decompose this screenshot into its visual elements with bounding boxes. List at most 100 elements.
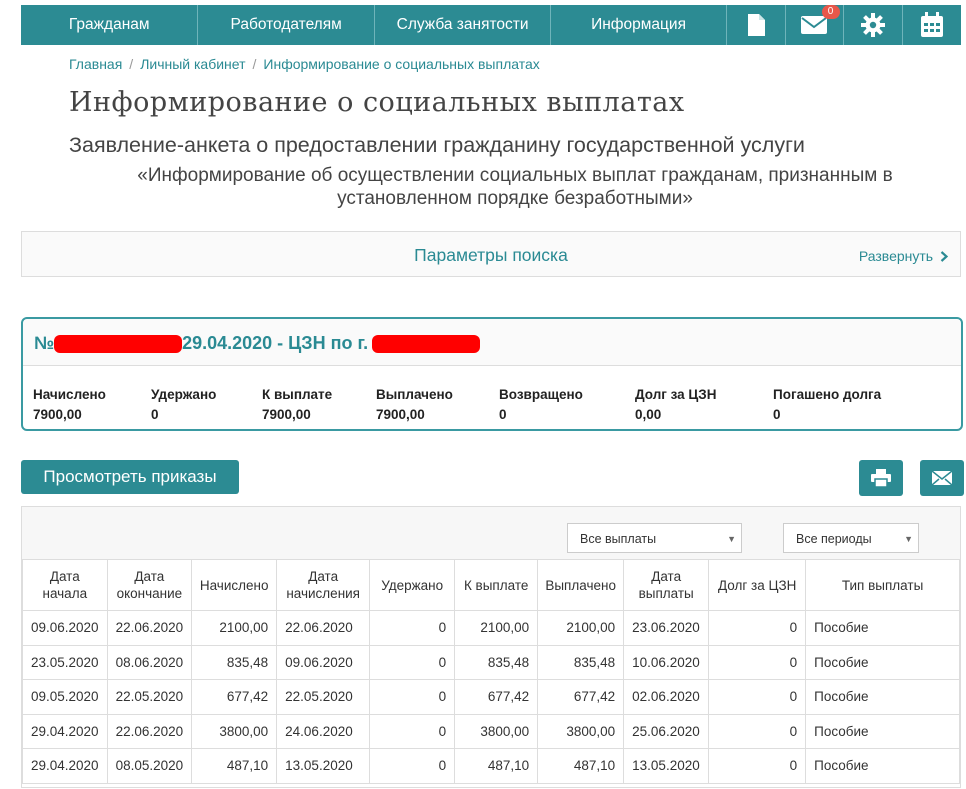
- col-to-pay[interactable]: К выплате: [454, 559, 539, 611]
- breadcrumb-current[interactable]: Информирование о социальных выплатах: [263, 56, 539, 72]
- cell-withheld: 0: [369, 748, 456, 784]
- service-name: «Информирование об осуществлении социаль…: [137, 165, 893, 209]
- envelope-icon: [932, 471, 952, 485]
- payment-summary-card: № 29.04.2020 - ЦЗН по г. Начислено 7900,00…: [21, 317, 963, 431]
- cell-start-date: 29.04.2020: [22, 713, 108, 749]
- stat-value: 0: [151, 407, 159, 422]
- chevron-right-icon: [940, 251, 949, 262]
- cell-paid: 2100,00: [537, 610, 625, 646]
- messages-count-badge: 0: [821, 5, 840, 19]
- search-params-panel[interactable]: Параметры поиска Развернуть: [21, 231, 961, 277]
- table-row: 09.05.2020 22.05.2020 677,42 22.05.2020 …: [22, 679, 960, 715]
- period-value: Все периоды: [796, 532, 872, 546]
- email-button[interactable]: [920, 460, 964, 496]
- cell-paid: 835,48: [537, 644, 625, 680]
- cell-payment-date: 23.06.2020: [623, 610, 710, 646]
- cell-debt: 0: [708, 679, 807, 715]
- cell-paid: 677,42: [537, 679, 625, 715]
- payment-type-select[interactable]: Все выплаты ▼: [567, 523, 742, 553]
- documents-button[interactable]: [727, 5, 786, 45]
- view-orders-button[interactable]: Просмотреть приказы: [21, 460, 239, 494]
- col-accrual-date[interactable]: Дата начисления: [276, 559, 371, 611]
- table-row: 29.04.2020 22.06.2020 3800,00 24.06.2020…: [22, 713, 960, 749]
- payment-type-value: Все выплаты: [580, 532, 657, 546]
- cell-payment-type: Пособие: [805, 610, 960, 646]
- stat-value: 7900,00: [376, 407, 425, 422]
- caret-down-icon: ▼: [727, 534, 736, 544]
- stat-accrued: Начислено 7900,00: [33, 387, 106, 422]
- cell-debt: 0: [708, 713, 807, 749]
- cell-end-date: 22.05.2020: [106, 679, 193, 715]
- table-row: 09.06.2020 22.06.2020 2100,00 22.06.2020…: [22, 610, 960, 646]
- col-paid[interactable]: Выплачено: [537, 559, 625, 611]
- cell-end-date: 22.06.2020: [106, 713, 193, 749]
- nav-employment-service[interactable]: Служба занятости: [375, 5, 552, 45]
- cell-payment-type: Пособие: [805, 713, 960, 749]
- card-header: № 29.04.2020 - ЦЗН по г.: [23, 319, 961, 366]
- nav-citizens[interactable]: Гражданам: [21, 5, 199, 45]
- cell-debt: 0: [708, 610, 807, 646]
- stat-value: 0,00: [635, 407, 662, 422]
- stat-value: 0: [499, 407, 507, 422]
- stat-value: 7900,00: [33, 407, 82, 422]
- cell-accrued: 835,48: [191, 644, 278, 680]
- col-withheld[interactable]: Удержано: [369, 559, 456, 611]
- stat-label: Выплачено: [376, 387, 453, 402]
- cell-to-pay: 2100,00: [454, 610, 539, 646]
- table-row: 23.05.2020 08.06.2020 835,48 09.06.2020 …: [22, 644, 960, 680]
- cell-payment-type: Пособие: [805, 679, 960, 715]
- breadcrumb: Главная / Личный кабинет / Информирование о …: [69, 56, 540, 72]
- cell-accrual-date: 24.06.2020: [276, 713, 371, 749]
- search-params-title: Параметры поиска: [414, 245, 568, 265]
- cell-paid: 3800,00: [537, 713, 625, 749]
- cell-accrued: 677,42: [191, 679, 278, 715]
- stat-value: 0: [773, 407, 781, 422]
- breadcrumb-cabinet[interactable]: Личный кабинет: [140, 56, 245, 72]
- expand-link[interactable]: Развернуть: [859, 248, 949, 264]
- page-subtitle: Заявление-анкета о предоставлении гражда…: [69, 133, 805, 157]
- top-nav: Гражданам Работодателям Служба занятости…: [21, 5, 961, 45]
- stat-label: Начислено: [33, 387, 106, 402]
- cell-withheld: 0: [369, 644, 456, 680]
- settings-button[interactable]: [844, 5, 904, 45]
- breadcrumb-separator: /: [252, 56, 257, 72]
- calendar-icon: [921, 12, 944, 37]
- cell-end-date: 08.06.2020: [106, 644, 193, 680]
- cell-accrued: 487,10: [191, 748, 278, 784]
- stat-debt: Долг за ЦЗН 0,00: [635, 387, 717, 422]
- calendar-button[interactable]: [903, 5, 961, 45]
- redaction-mark: [372, 335, 481, 354]
- nav-employers[interactable]: Работодателям: [198, 5, 375, 45]
- col-end-date[interactable]: Дата окончание: [106, 559, 193, 611]
- stat-label: Возвращено: [499, 387, 583, 402]
- document-icon: [747, 14, 765, 36]
- card-title: № 29.04.2020 - ЦЗН по г.: [34, 333, 481, 354]
- cell-start-date: 23.05.2020: [22, 644, 108, 680]
- stat-label: Удержано: [151, 387, 217, 402]
- cell-to-pay: 3800,00: [454, 713, 539, 749]
- nav-information[interactable]: Информация: [551, 5, 727, 45]
- card-title-prefix: №: [34, 333, 55, 353]
- messages-button[interactable]: 0: [786, 5, 845, 45]
- stat-withheld: Удержано 0: [151, 387, 216, 422]
- caret-down-icon: ▼: [904, 534, 913, 544]
- mail-icon: [801, 16, 828, 34]
- cell-payment-date: 10.06.2020: [623, 644, 710, 680]
- print-button[interactable]: [859, 460, 903, 496]
- stat-returned: Возвращено 0: [499, 387, 583, 422]
- stat-label: Погашено долга: [773, 387, 882, 402]
- breadcrumb-home[interactable]: Главная: [69, 56, 122, 72]
- table-header-row: Дата начала Дата окончание Начислено Дат…: [22, 559, 960, 611]
- cell-debt: 0: [708, 748, 807, 784]
- col-payment-date[interactable]: Дата выплаты: [623, 559, 710, 611]
- cell-payment-date: 13.05.2020: [623, 748, 710, 784]
- col-payment-type[interactable]: Тип выплаты: [805, 559, 960, 611]
- stat-label: К выплате: [262, 387, 333, 402]
- col-accrued[interactable]: Начислено: [191, 559, 278, 611]
- period-select[interactable]: Все периоды ▼: [783, 523, 919, 553]
- cell-payment-type: Пособие: [805, 748, 960, 784]
- card-title-text: 29.04.2020 - ЦЗН по г.: [182, 333, 369, 353]
- gear-icon: [861, 13, 886, 37]
- col-debt[interactable]: Долг за ЦЗН: [708, 559, 807, 611]
- col-start-date[interactable]: Дата начала: [22, 559, 108, 611]
